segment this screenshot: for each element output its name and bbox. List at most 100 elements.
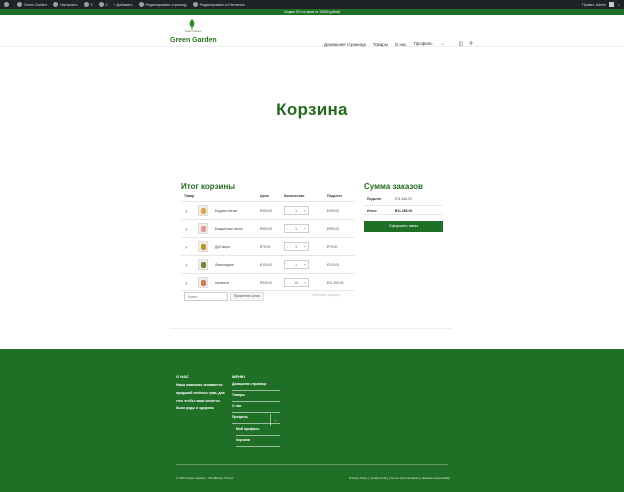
admin-bar-edit-page[interactable]: Редактировать страницу xyxy=(138,2,187,7)
product-price: ₽949.00 xyxy=(260,281,273,285)
footer-menu-home[interactable]: Домашняя страница xyxy=(232,380,280,391)
col-quantity: Количество xyxy=(284,194,305,198)
refresh-icon xyxy=(83,2,89,7)
qty-plus-button[interactable]: + xyxy=(304,227,306,231)
chevron-down-icon: ⌄ xyxy=(440,41,445,46)
product-name[interactable]: Дуб мира xyxy=(215,245,230,249)
qty-plus-button[interactable]: + xyxy=(304,245,306,249)
totals-title: Сумма заказов xyxy=(364,182,423,191)
product-thumbnail[interactable] xyxy=(198,223,208,234)
nav-profile[interactable]: Профиль ⌄ xyxy=(414,41,452,47)
quantity-stepper[interactable]: - 1 + xyxy=(284,224,309,233)
totals-subtotal-value: ₽11,646.00 xyxy=(395,197,412,201)
admin-bar-updates[interactable]: 3 xyxy=(83,2,93,7)
admin-bar-new[interactable]: + Добавить xyxy=(114,3,133,7)
cart-icon[interactable]: ◫ xyxy=(458,41,463,47)
table-row: × Калангоя ₽949.00 - 10 + ₽11,206.00 xyxy=(181,273,355,291)
product-name[interactable]: Калангоя xyxy=(215,281,229,285)
home-icon xyxy=(17,2,22,7)
qty-minus-button[interactable]: - xyxy=(287,281,288,285)
quantity-stepper[interactable]: - 1 + xyxy=(284,206,309,215)
col-price: Цена xyxy=(260,194,269,198)
update-cart-button[interactable]: Обновить корзину xyxy=(312,293,340,297)
pencil-icon xyxy=(138,2,144,7)
admin-bar-greeting[interactable]: Привет, Admin xyxy=(582,3,606,7)
footer-menu-products[interactable]: Товары xyxy=(232,391,280,402)
admin-bar-comments-count: 0 xyxy=(105,2,108,7)
admin-bar-updates-count: 3 xyxy=(90,2,93,7)
product-name[interactable]: Лимонадник xyxy=(215,263,234,267)
qty-value[interactable]: 10 xyxy=(294,281,298,285)
page-title: Корзина xyxy=(276,100,348,119)
product-thumbnail[interactable] xyxy=(198,259,208,270)
quantity-stepper[interactable]: - 1 + xyxy=(284,242,309,251)
wordpress-icon xyxy=(4,2,9,7)
admin-bar: Green Garden Настроить 3 0 + Добавить Ре… xyxy=(0,0,624,9)
leaf-logo-icon[interactable] xyxy=(188,19,196,30)
comment-icon xyxy=(98,2,104,7)
quantity-stepper[interactable]: - 10 + xyxy=(284,278,309,287)
cart-title: Итог корзины xyxy=(181,182,236,191)
qty-minus-button[interactable]: - xyxy=(287,263,288,267)
coupon-input[interactable]: Купон xyxy=(184,292,228,301)
product-price: ₽79.00 xyxy=(260,245,271,249)
product-thumbnail[interactable] xyxy=(198,205,208,216)
qty-minus-button[interactable]: - xyxy=(287,227,288,231)
qty-value[interactable]: 1 xyxy=(295,263,297,267)
site-header: Green Garden Green Garden Домашняя стран… xyxy=(0,15,624,47)
totals-subtotal-row: Подытог ₽11,646.00 xyxy=(364,194,443,204)
product-name[interactable]: Бюджетные печка xyxy=(215,227,242,231)
remove-item-icon[interactable]: × xyxy=(185,209,188,214)
nav-products[interactable]: Товары xyxy=(373,42,388,47)
admin-bar-site[interactable]: Green Garden xyxy=(17,2,47,7)
admin-bar-elementor-label: Редактировать в Elementor xyxy=(199,2,245,7)
wp-logo-menu[interactable] xyxy=(4,2,11,7)
col-subtotal: Подытог xyxy=(327,194,343,198)
qty-plus-button[interactable]: + xyxy=(304,209,306,213)
nav-about[interactable]: О нас xyxy=(395,42,407,47)
admin-bar-site-label: Green Garden xyxy=(24,2,47,7)
qty-value[interactable]: 1 xyxy=(295,245,297,249)
nav-home[interactable]: Домашняя страница xyxy=(324,42,366,47)
remove-item-icon[interactable]: × xyxy=(185,227,188,232)
qty-minus-button[interactable]: - xyxy=(287,245,288,249)
admin-bar-customize[interactable]: Настроить xyxy=(52,2,78,7)
qty-plus-button[interactable]: + xyxy=(304,281,306,285)
admin-bar-comments[interactable]: 0 xyxy=(98,2,108,7)
remove-item-icon[interactable]: × xyxy=(185,245,188,250)
product-subtotal: ₽129.00 xyxy=(327,263,340,267)
product-subtotal: ₽499.00 xyxy=(327,209,340,213)
admin-bar-customize-label: Настроить xyxy=(59,2,78,7)
apply-coupon-button[interactable]: Применить купон xyxy=(230,292,264,301)
main-nav: Домашняя страница Товары О нас Профиль ⌄… xyxy=(324,41,479,47)
admin-bar-elementor[interactable]: Редактировать в Elementor xyxy=(192,2,245,7)
checkout-button[interactable]: Оформить заказ xyxy=(364,221,443,232)
remove-item-icon[interactable]: × xyxy=(185,263,188,268)
product-thumbnail[interactable] xyxy=(198,277,208,288)
remove-item-icon[interactable]: × xyxy=(185,281,188,286)
footer-submenu-my-profile[interactable]: Мой профиль xyxy=(236,425,280,436)
search-icon[interactable]: ⌕ xyxy=(618,3,620,7)
product-price: ₽499.00 xyxy=(260,209,273,213)
site-logo-text[interactable]: Green Garden xyxy=(170,37,217,44)
footer-menu-title: МЕНЮ xyxy=(232,374,246,379)
footer-legal-links[interactable]: Privacy Policy | Cookie Policy | Terms a… xyxy=(349,476,450,480)
footer-submenu-cart[interactable]: Корзина xyxy=(236,436,280,447)
qty-minus-button[interactable]: - xyxy=(287,209,288,213)
product-subtotal: ₽590.00 xyxy=(327,227,340,231)
qty-plus-button[interactable]: + xyxy=(304,263,306,267)
avatar[interactable] xyxy=(608,2,614,7)
quantity-stepper[interactable]: - 1 + xyxy=(284,260,309,269)
product-name[interactable]: Бодрая клетка xyxy=(215,209,237,213)
site-footer: О НАС Наша компания занимается продажей … xyxy=(0,349,624,492)
footer-menu-about[interactable]: О нас xyxy=(232,402,280,413)
product-price: ₽129.00 xyxy=(260,263,273,267)
qty-value[interactable]: 1 xyxy=(295,209,297,213)
footer-copyright: © 2024 Green Garden · WordPress Theme xyxy=(176,476,234,480)
brush-icon xyxy=(52,2,58,7)
search-icon[interactable]: ⚲ xyxy=(469,41,473,47)
product-price: ₽590.00 xyxy=(260,227,273,231)
product-subtotal: ₽11,206.00 xyxy=(327,281,344,285)
qty-value[interactable]: 1 xyxy=(295,227,297,231)
product-thumbnail[interactable] xyxy=(198,241,208,252)
